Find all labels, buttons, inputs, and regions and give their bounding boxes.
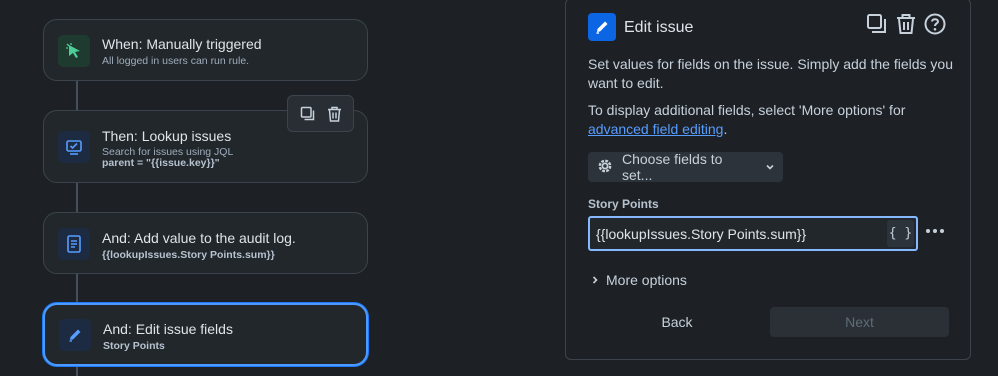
panel-actions — [866, 13, 946, 35]
trigger-subtitle: All logged in users can run rule. — [102, 55, 250, 67]
audit-log-icon — [58, 228, 90, 260]
lookup-jql: parent = "{{issue.key}}" — [102, 157, 220, 169]
back-button[interactable]: Back — [588, 307, 766, 337]
next-button[interactable]: Next — [770, 307, 949, 337]
edit-issue-card[interactable]: And: Edit issue fields Story Points — [43, 303, 368, 366]
chevron-right-icon — [590, 272, 600, 288]
lookup-issues-icon — [58, 131, 90, 163]
story-points-label: Story Points — [588, 197, 659, 211]
trigger-title: When: Manually triggered — [102, 36, 262, 52]
help-icon[interactable] — [924, 13, 946, 35]
story-points-field: { } — [588, 216, 918, 251]
edit-pencil-icon — [59, 319, 91, 351]
card-hover-toolbar — [287, 95, 354, 132]
audit-log-card[interactable]: And: Add value to the audit log. {{looku… — [43, 212, 368, 274]
gear-icon — [596, 157, 614, 178]
trash-icon[interactable] — [895, 13, 917, 35]
more-actions-icon[interactable] — [925, 223, 945, 239]
edit-pencil-icon — [588, 13, 616, 41]
lookup-title: Then: Lookup issues — [102, 128, 232, 144]
flow-connector — [76, 80, 78, 110]
trash-icon[interactable] — [327, 106, 342, 122]
panel-description: Set values for fields on the issue. Simp… — [588, 56, 953, 91]
more-options-toggle[interactable]: More options — [590, 272, 687, 288]
flow-connector — [76, 274, 78, 304]
edit-card-title: And: Edit issue fields — [103, 321, 233, 337]
edit-issue-panel: Edit issue Set values for fields on the … — [565, 0, 971, 360]
more-options-label: More options — [606, 272, 687, 288]
story-points-input[interactable] — [590, 218, 892, 249]
choose-fields-button[interactable]: Choose fields to set... — [588, 151, 783, 183]
advanced-field-editing-link[interactable]: advanced field editing — [588, 121, 723, 137]
edit-card-field: Story Points — [103, 340, 165, 352]
panel-additional-text: To display additional fields, select 'Mo… — [588, 102, 906, 137]
audit-value: {{lookupIssues.Story Points.sum}} — [102, 249, 275, 261]
flow-connector — [76, 366, 78, 376]
duplicate-icon[interactable] — [866, 13, 888, 35]
panel-title: Edit issue — [624, 19, 694, 36]
chevron-down-icon — [765, 159, 775, 175]
audit-title: And: Add value to the audit log. — [102, 230, 296, 246]
smart-value-icon[interactable]: { } — [887, 220, 914, 247]
flow-connector — [76, 183, 78, 213]
trigger-card[interactable]: When: Manually triggered All logged in u… — [43, 19, 368, 81]
duplicate-icon[interactable] — [300, 106, 316, 122]
choose-fields-label: Choose fields to set... — [622, 151, 723, 183]
manual-trigger-icon — [58, 35, 90, 67]
